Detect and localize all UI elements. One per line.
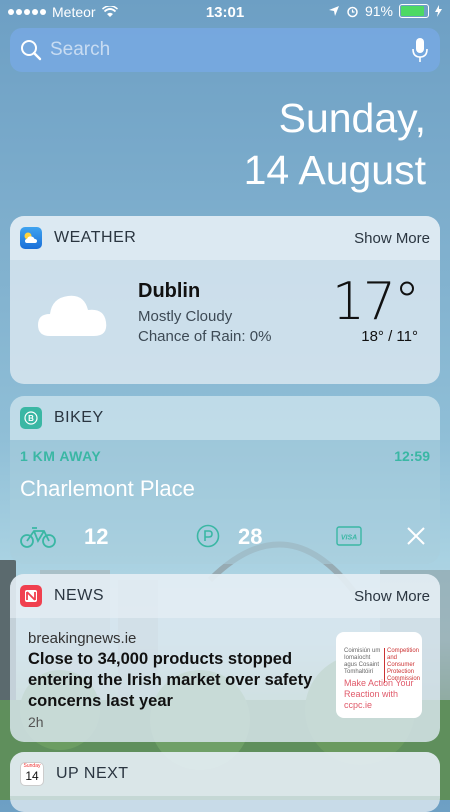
current-temperature: 17° [331, 272, 420, 332]
high-low-temperature: 18° / 11° [361, 328, 418, 345]
news-headline[interactable]: Close to 34,000 products stopped enterin… [28, 649, 328, 712]
bikey-station-name[interactable]: Charlemont Place [20, 476, 195, 502]
cloudy-icon [38, 295, 107, 336]
charging-bolt-icon [435, 5, 442, 17]
news-title: NEWS [54, 587, 104, 604]
bikey-header: B BIKEY [10, 396, 440, 440]
parking-icon [196, 524, 220, 548]
microphone-icon[interactable] [412, 37, 428, 63]
close-icon[interactable] [406, 526, 426, 546]
svg-text:VISA: VISA [341, 535, 357, 542]
news-age: 2h [28, 714, 44, 730]
upnext-title: UP NEXT [56, 765, 129, 782]
search-bar[interactable]: Search [10, 28, 440, 72]
alarm-icon [347, 6, 358, 17]
bikey-stats-row: 12 28 VISA [20, 518, 430, 558]
bikey-time: 12:59 [394, 448, 430, 464]
date-display: Sunday, 14 August [244, 92, 426, 196]
bikey-distance: 1 KM AWAY [20, 448, 102, 464]
weather-widget[interactable]: WEATHER Show More Dublin Mostly Cloudy C… [10, 216, 440, 384]
weather-condition: Mostly Cloudy [138, 308, 233, 325]
available-bikes-count: 12 [84, 524, 109, 549]
news-show-more-button[interactable]: Show More [354, 588, 430, 605]
day-of-week: Sunday, [278, 95, 426, 141]
upnext-header: Sunday 14 UP NEXT [10, 752, 440, 796]
svg-text:B: B [28, 414, 34, 423]
bikey-title: BIKEY [54, 409, 104, 426]
weather-app-icon [20, 227, 42, 249]
weather-header: WEATHER Show More [10, 216, 440, 260]
upnext-widget[interactable]: Sunday 14 UP NEXT [10, 752, 440, 812]
status-bar: Meteor 13:01 91% [0, 0, 450, 24]
weather-title: WEATHER [54, 229, 137, 246]
thumbnail-text-irish: Coimisiún um Iomaíocht agus Cosaint Tomh… [344, 648, 381, 675]
visa-card-icon[interactable]: VISA [336, 526, 362, 546]
news-app-icon [20, 585, 42, 607]
bicycle-icon [20, 527, 56, 548]
weather-show-more-button[interactable]: Show More [354, 230, 430, 247]
news-header: NEWS Show More [10, 574, 440, 618]
battery-icon [399, 4, 429, 18]
weather-rain-chance: Chance of Rain: 0% [138, 328, 272, 345]
bikey-app-icon: B [20, 407, 42, 429]
search-placeholder: Search [50, 39, 111, 60]
calendar-app-icon: Sunday 14 [20, 762, 44, 786]
battery-percentage: 91% [364, 3, 393, 19]
date-text: 14 August [243, 147, 426, 193]
news-thumbnail: Coimisiún um Iomaíocht agus Cosaint Tomh… [336, 632, 422, 718]
location-arrow-icon [328, 6, 339, 16]
news-widget[interactable]: NEWS Show More breakingnews.ie Close to … [10, 574, 440, 742]
news-article[interactable]: breakingnews.ie Close to 34,000 products… [10, 618, 440, 742]
bikey-widget[interactable]: B BIKEY 1 KM AWAY 12:59 Charlemont Place… [10, 396, 440, 564]
weather-city: Dublin [138, 280, 201, 302]
search-icon [21, 40, 42, 61]
news-source: breakingnews.ie [28, 630, 137, 647]
available-parking-count: 28 [238, 524, 263, 549]
thumbnail-promo: Make Action Your Reaction with ccpc.ie [344, 678, 414, 710]
